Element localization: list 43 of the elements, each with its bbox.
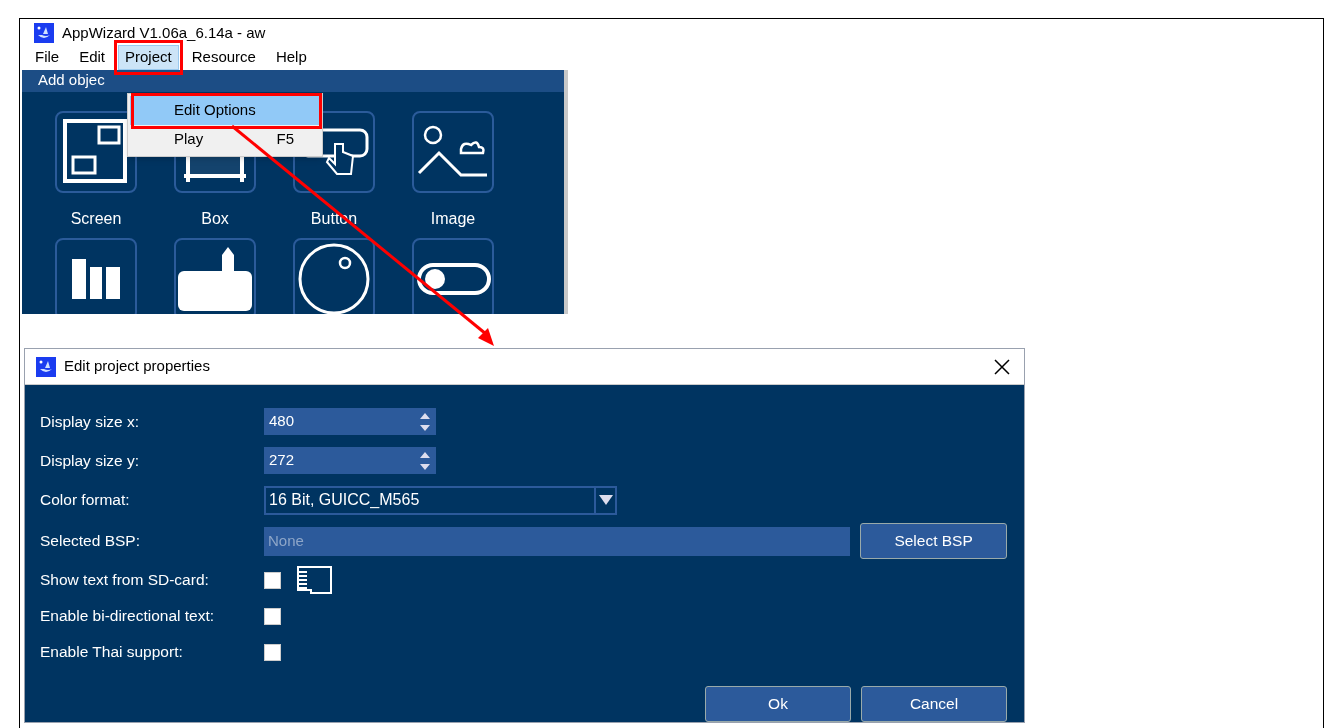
knob-icon	[298, 242, 370, 314]
menu-option[interactable]: Play F5	[130, 125, 320, 154]
toggle-switch-icon	[415, 262, 491, 295]
dialog-button[interactable]: Cancel	[861, 686, 1007, 722]
object-label: Image	[430, 208, 476, 229]
app-logo-icon	[36, 356, 56, 377]
highlight-frame	[114, 39, 183, 75]
object-tile[interactable]	[293, 237, 375, 314]
checkbox[interactable]	[264, 643, 281, 661]
menu-item[interactable]: Help	[268, 44, 314, 70]
dialog-button[interactable]: Ok	[705, 686, 851, 722]
object-tile[interactable]	[55, 237, 137, 314]
field-label: Show text from SD-card:	[40, 570, 210, 591]
shortcut-text: F5	[276, 129, 294, 150]
field-label: Display size y:	[40, 450, 141, 471]
panel-title: Add objec	[38, 70, 105, 91]
field-label: Enable Thai support:	[40, 642, 184, 663]
object-tile[interactable]	[412, 237, 494, 314]
checkbox[interactable]	[264, 571, 281, 589]
image-landscape-icon	[417, 124, 489, 179]
menu-item[interactable]: Edit	[72, 44, 113, 70]
spin-field[interactable]: 272	[264, 447, 436, 474]
dropdown-field[interactable]: 16 Bit, GUICC_M565	[264, 485, 617, 515]
object-tile[interactable]	[412, 110, 494, 193]
object-label: Screen	[70, 208, 122, 229]
screen-layout-icon	[63, 118, 129, 185]
dropdown-caret-icon[interactable]	[598, 495, 613, 505]
window-title: AppWizard V1.06a_6.14a - aw	[62, 23, 266, 43]
field-label: Enable bi-directional text:	[40, 606, 216, 627]
close-icon[interactable]	[994, 358, 1010, 375]
object-label: Box	[201, 208, 229, 229]
field-label: Color format:	[40, 490, 131, 511]
menu-option[interactable]: Edit Options	[130, 96, 320, 125]
dialog-title: Edit project properties	[64, 356, 211, 377]
menu-item[interactable]: Resource	[184, 44, 263, 70]
object-tile[interactable]	[174, 237, 256, 314]
menu-item[interactable]: File	[28, 44, 67, 70]
bsp-field: None	[264, 526, 851, 556]
field-label: Display size x:	[40, 411, 141, 432]
object-tile[interactable]	[55, 110, 137, 193]
checkbox[interactable]	[264, 607, 281, 625]
field-label: Selected BSP:	[40, 531, 141, 552]
spin-field[interactable]: 480	[264, 408, 436, 435]
